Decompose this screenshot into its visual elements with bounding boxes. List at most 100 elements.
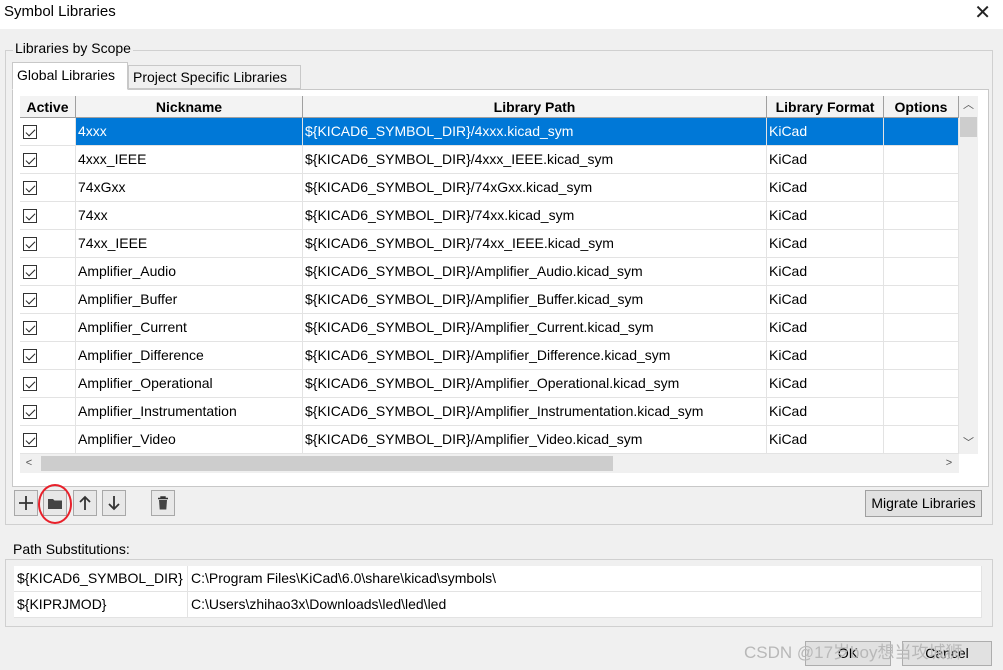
library-path-cell[interactable]: ${KICAD6_SYMBOL_DIR}/Amplifier_Current.k… (303, 314, 767, 342)
library-format-cell[interactable]: KiCad (767, 202, 884, 230)
table-row[interactable]: Amplifier_Current ${KICAD6_SYMBOL_DIR}/Am… (20, 314, 959, 342)
active-checkbox-cell[interactable] (20, 202, 76, 230)
column-header-active[interactable]: Active (20, 96, 76, 118)
active-checkbox[interactable] (23, 209, 37, 223)
library-format-cell[interactable]: KiCad (767, 230, 884, 258)
table-row[interactable]: 4xxx_IEEE ${KICAD6_SYMBOL_DIR}/4xxx_IEEE.… (20, 146, 959, 174)
table-row[interactable]: ${KICAD6_SYMBOL_DIR} C:\Program Files\Ki… (14, 566, 982, 592)
move-down-button[interactable] (102, 490, 126, 516)
table-row[interactable]: 4xxx ${KICAD6_SYMBOL_DIR}/4xxx.kicad_sym K… (20, 118, 959, 146)
library-format-cell[interactable]: KiCad (767, 118, 884, 146)
active-checkbox[interactable] (23, 377, 37, 391)
active-checkbox[interactable] (23, 433, 37, 447)
ok-button[interactable]: OK (805, 641, 891, 666)
library-format-cell[interactable]: KiCad (767, 398, 884, 426)
options-cell[interactable] (884, 398, 959, 426)
nickname-cell[interactable]: Amplifier_Instrumentation (76, 398, 303, 426)
options-cell[interactable] (884, 146, 959, 174)
nickname-cell[interactable]: Amplifier_Difference (76, 342, 303, 370)
active-checkbox[interactable] (23, 321, 37, 335)
column-header-library-path[interactable]: Library Path (303, 96, 767, 118)
library-format-cell[interactable]: KiCad (767, 370, 884, 398)
active-checkbox[interactable] (23, 293, 37, 307)
tab-project-specific-libraries[interactable]: Project Specific Libraries (128, 65, 301, 89)
table-row[interactable]: Amplifier_Audio ${KICAD6_SYMBOL_DIR}/Ampl… (20, 258, 959, 286)
horizontal-scrollbar[interactable]: < > (20, 454, 959, 473)
nickname-cell[interactable]: Amplifier_Audio (76, 258, 303, 286)
active-checkbox-cell[interactable] (20, 230, 76, 258)
library-path-cell[interactable]: ${KICAD6_SYMBOL_DIR}/Amplifier_Video.kic… (303, 426, 767, 454)
options-cell[interactable] (884, 426, 959, 454)
library-format-cell[interactable]: KiCad (767, 286, 884, 314)
library-format-cell[interactable]: KiCad (767, 426, 884, 454)
library-path-cell[interactable]: ${KICAD6_SYMBOL_DIR}/Amplifier_Operation… (303, 370, 767, 398)
library-format-cell[interactable]: KiCad (767, 314, 884, 342)
nickname-cell[interactable]: 4xxx_IEEE (76, 146, 303, 174)
scroll-right-icon[interactable]: > (940, 454, 958, 473)
library-path-cell[interactable]: ${KICAD6_SYMBOL_DIR}/Amplifier_Audio.kic… (303, 258, 767, 286)
migrate-libraries-button[interactable]: Migrate Libraries (865, 490, 982, 517)
active-checkbox-cell[interactable] (20, 342, 76, 370)
library-path-cell[interactable]: ${KICAD6_SYMBOL_DIR}/4xxx.kicad_sym (303, 118, 767, 146)
column-header-nickname[interactable]: Nickname (76, 96, 303, 118)
active-checkbox-cell[interactable] (20, 258, 76, 286)
scroll-down-icon[interactable]: ﹀ (959, 434, 978, 452)
nickname-cell[interactable]: Amplifier_Operational (76, 370, 303, 398)
column-header-options[interactable]: Options (884, 96, 959, 118)
scroll-left-icon[interactable]: < (20, 454, 38, 473)
active-checkbox-cell[interactable] (20, 146, 76, 174)
table-row[interactable]: ${KIPRJMOD} C:\Users\zhihao3x\Downloads\… (14, 592, 982, 618)
active-checkbox[interactable] (23, 153, 37, 167)
active-checkbox-cell[interactable] (20, 314, 76, 342)
close-icon[interactable]: ✕ (974, 0, 991, 25)
library-format-cell[interactable]: KiCad (767, 342, 884, 370)
move-up-button[interactable] (73, 490, 97, 516)
browse-library-button[interactable] (43, 490, 67, 516)
active-checkbox[interactable] (23, 237, 37, 251)
options-cell[interactable] (884, 258, 959, 286)
horizontal-scroll-thumb[interactable] (41, 456, 613, 471)
active-checkbox[interactable] (23, 405, 37, 419)
library-path-cell[interactable]: ${KICAD6_SYMBOL_DIR}/74xx_IEEE.kicad_sym (303, 230, 767, 258)
options-cell[interactable] (884, 370, 959, 398)
vertical-scrollbar[interactable]: ︿ ﹀ (959, 96, 978, 454)
table-row[interactable]: Amplifier_Operational ${KICAD6_SYMBOL_DIR… (20, 370, 959, 398)
active-checkbox-cell[interactable] (20, 286, 76, 314)
column-header-library-format[interactable]: Library Format (767, 96, 884, 118)
library-format-cell[interactable]: KiCad (767, 174, 884, 202)
scroll-up-icon[interactable]: ︿ (959, 96, 978, 114)
options-cell[interactable] (884, 202, 959, 230)
active-checkbox-cell[interactable] (20, 118, 76, 146)
library-format-cell[interactable]: KiCad (767, 258, 884, 286)
library-path-cell[interactable]: ${KICAD6_SYMBOL_DIR}/Amplifier_Differenc… (303, 342, 767, 370)
table-row[interactable]: 74xx ${KICAD6_SYMBOL_DIR}/74xx.kicad_sym K… (20, 202, 959, 230)
add-library-button[interactable] (14, 490, 38, 516)
nickname-cell[interactable]: 74xx_IEEE (76, 230, 303, 258)
table-row[interactable]: Amplifier_Buffer ${KICAD6_SYMBOL_DIR}/Amp… (20, 286, 959, 314)
active-checkbox[interactable] (23, 181, 37, 195)
options-cell[interactable] (884, 286, 959, 314)
table-row[interactable]: Amplifier_Instrumentation ${KICAD6_SYMBOL… (20, 398, 959, 426)
nickname-cell[interactable]: Amplifier_Buffer (76, 286, 303, 314)
active-checkbox[interactable] (23, 265, 37, 279)
active-checkbox[interactable] (23, 349, 37, 363)
active-checkbox-cell[interactable] (20, 174, 76, 202)
library-path-cell[interactable]: ${KICAD6_SYMBOL_DIR}/Amplifier_Instrumen… (303, 398, 767, 426)
active-checkbox-cell[interactable] (20, 426, 76, 454)
options-cell[interactable] (884, 314, 959, 342)
nickname-cell[interactable]: 74xGxx (76, 174, 303, 202)
nickname-cell[interactable]: 4xxx (76, 118, 303, 146)
table-row[interactable]: 74xx_IEEE ${KICAD6_SYMBOL_DIR}/74xx_IEEE.… (20, 230, 959, 258)
nickname-cell[interactable]: 74xx (76, 202, 303, 230)
remove-library-button[interactable] (151, 490, 175, 516)
active-checkbox-cell[interactable] (20, 370, 76, 398)
nickname-cell[interactable]: Amplifier_Video (76, 426, 303, 454)
active-checkbox[interactable] (23, 125, 37, 139)
library-path-cell[interactable]: ${KICAD6_SYMBOL_DIR}/74xGxx.kicad_sym (303, 174, 767, 202)
vertical-scroll-thumb[interactable] (960, 117, 977, 137)
library-path-cell[interactable]: ${KICAD6_SYMBOL_DIR}/4xxx_IEEE.kicad_sym (303, 146, 767, 174)
library-format-cell[interactable]: KiCad (767, 146, 884, 174)
options-cell[interactable] (884, 118, 959, 146)
active-checkbox-cell[interactable] (20, 398, 76, 426)
cancel-button[interactable]: Cancel (902, 641, 992, 666)
